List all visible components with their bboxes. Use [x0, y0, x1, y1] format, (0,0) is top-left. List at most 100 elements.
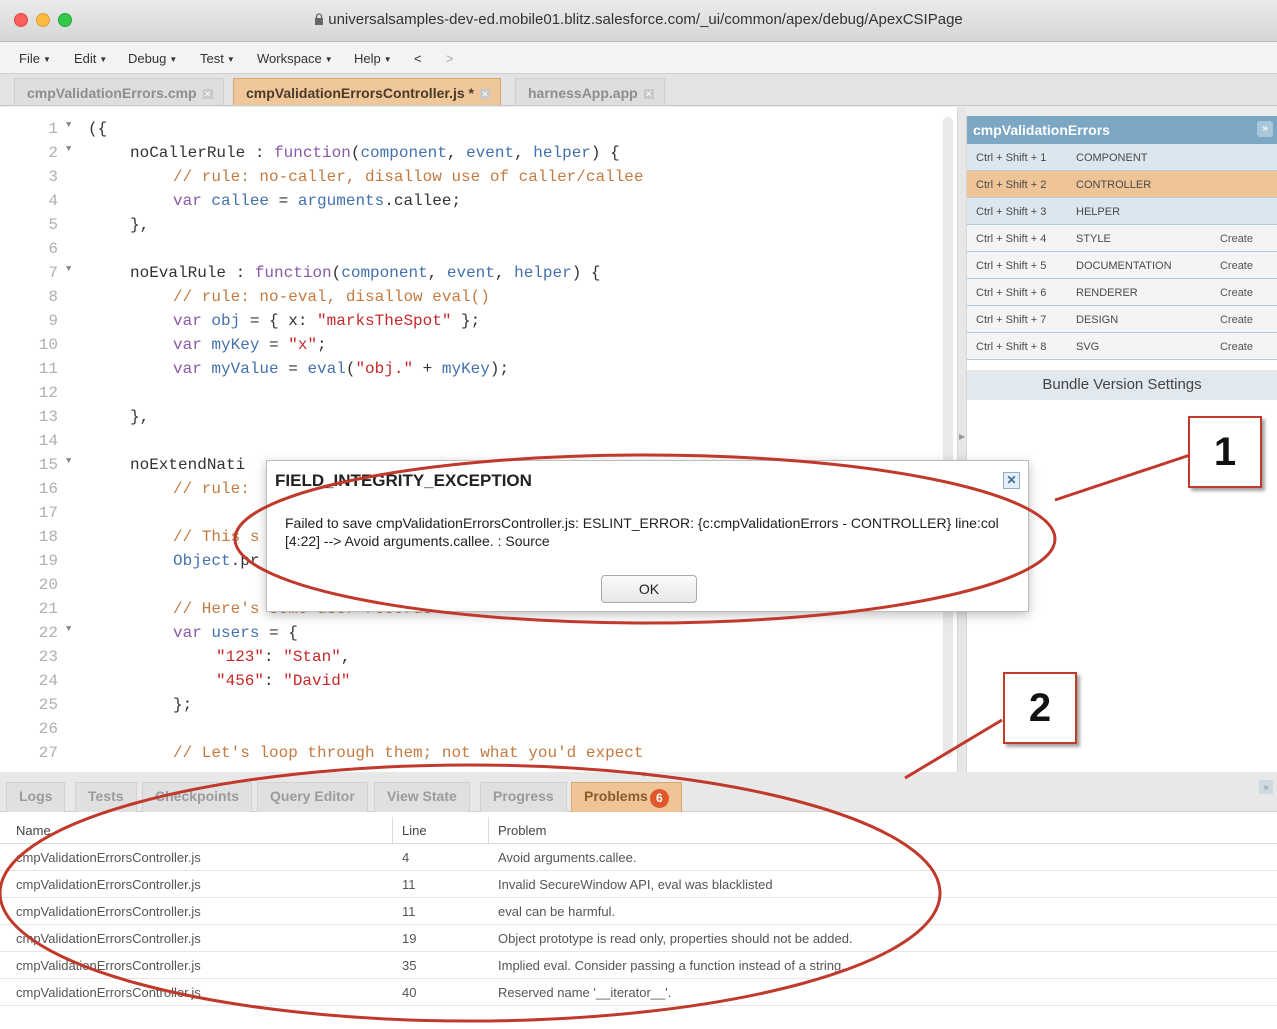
bundle-item-helper[interactable]: Ctrl + Shift + 3 HELPER	[967, 198, 1277, 225]
bundle-item-controller[interactable]: Ctrl + Shift + 2 CONTROLLER	[967, 171, 1277, 198]
tab-controller-file[interactable]: cmpValidationErrorsController.js * ✕	[233, 78, 501, 105]
chevron-down-icon: ▼	[169, 55, 178, 64]
table-row[interactable]: cmpValidationErrorsController.js 11 Invali…	[0, 871, 1277, 898]
code-token: var	[173, 312, 202, 330]
editor-scrollbar[interactable]	[943, 117, 953, 757]
collapse-icon[interactable]: »	[1259, 780, 1273, 794]
code-token: (	[331, 264, 342, 282]
code-token: ,	[340, 648, 351, 666]
code-editor[interactable]: 1 ▼ 2 ▼ 3 4 5 6 7 ▼ 8 9 10 11 12 13 14 15 ▼ 16 17 18 19 20 21 22 ▼…	[0, 107, 958, 772]
nav-forward-button[interactable]: >	[446, 51, 454, 66]
line-number: 20	[38, 576, 58, 594]
bundle-item-label: CONTROLLER	[1076, 179, 1152, 191]
code-token: :	[226, 264, 255, 282]
code-token: },	[130, 408, 150, 426]
code-token: "obj."	[355, 360, 414, 378]
tab-harness-app[interactable]: harnessApp.app ✕	[515, 78, 665, 105]
code-line: var obj = { x: "marksTheSpot" };	[0, 312, 940, 336]
code-token: .callee;	[384, 192, 462, 210]
create-link[interactable]: Create	[1220, 314, 1253, 326]
tab-tests[interactable]: Tests	[75, 782, 137, 812]
code-token: .pr	[230, 552, 260, 570]
code-token: );	[489, 360, 510, 378]
tab-logs[interactable]: Logs	[6, 782, 66, 812]
code-token: ,	[514, 144, 534, 162]
table-row[interactable]: cmpValidationErrorsController.js 35 Implie…	[0, 952, 1277, 979]
code-comment: // rule: no-caller, disallow use of call…	[173, 168, 644, 186]
table-row[interactable]: cmpValidationErrorsController.js 40 Reserv…	[0, 979, 1277, 1006]
bundle-item-label: HELPER	[1076, 206, 1121, 218]
tab-checkpoints[interactable]: Checkpoints	[142, 782, 253, 812]
error-dialog: FIELD_INTEGRITY_EXCEPTION ✕ Failed to sa…	[266, 460, 1029, 612]
tab-query-editor[interactable]: Query Editor	[257, 782, 368, 812]
tab-progress[interactable]: Progress	[480, 782, 567, 812]
column-header-line[interactable]: Line	[402, 823, 427, 838]
create-link[interactable]: Create	[1220, 233, 1253, 245]
close-icon[interactable]: ✕	[479, 89, 490, 99]
code-token: "x"	[288, 336, 318, 354]
close-icon[interactable]: ✕	[1003, 472, 1020, 489]
bundle-item-label: STYLE	[1076, 233, 1111, 245]
shortcut-label: Ctrl + Shift + 6	[976, 287, 1047, 299]
menu-file[interactable]: File ▼	[19, 51, 51, 66]
resize-grip-icon[interactable]: ▼	[640, 770, 648, 779]
table-row[interactable]: cmpValidationErrorsController.js 19 Object…	[0, 925, 1277, 952]
bundle-version-settings[interactable]: Bundle Version Settings	[967, 370, 1277, 400]
create-link[interactable]: Create	[1220, 287, 1253, 299]
ok-button[interactable]: OK	[601, 575, 697, 603]
problems-count-badge: 6	[649, 789, 669, 808]
cell-problem: Object prototype is read only, propertie…	[498, 931, 853, 946]
bundle-item-documentation[interactable]: Ctrl + Shift + 5 DOCUMENTATION Create	[967, 252, 1277, 279]
tab-cmp-file[interactable]: cmpValidationErrors.cmp ✕	[14, 78, 224, 105]
shortcut-label: Ctrl + Shift + 7	[976, 314, 1047, 326]
cell-name: cmpValidationErrorsController.js	[16, 904, 201, 919]
menu-edit[interactable]: Edit ▼	[74, 51, 107, 66]
create-link[interactable]: Create	[1220, 260, 1253, 272]
code-line: ({	[0, 120, 940, 144]
line-number: 17	[38, 504, 58, 522]
code-token: Object	[173, 552, 231, 570]
code-token: = { x:	[240, 312, 318, 330]
line-number: 12	[38, 384, 58, 402]
double-chevron-right-icon[interactable]: »	[1257, 121, 1273, 137]
bundle-item-label: DESIGN	[1076, 314, 1119, 326]
menu-debug-label: Debug	[128, 51, 167, 66]
tab-problems[interactable]: Problems 6	[571, 782, 682, 812]
code-token: =	[269, 192, 298, 210]
bundle-item-renderer[interactable]: Ctrl + Shift + 6 RENDERER Create	[967, 279, 1277, 306]
menu-debug[interactable]: Debug ▼	[128, 51, 177, 66]
code-token: +	[413, 360, 442, 378]
code-line: "456": "David"	[0, 672, 940, 696]
column-header-problem[interactable]: Problem	[498, 823, 546, 838]
bundle-item-label: SVG	[1076, 341, 1100, 353]
bundle-item-component[interactable]: Ctrl + Shift + 1 COMPONENT	[967, 144, 1277, 171]
create-link[interactable]: Create	[1220, 341, 1253, 353]
tab-view-state[interactable]: View State	[374, 782, 470, 812]
cell-line: 35	[402, 958, 417, 973]
menu-workspace[interactable]: Workspace ▼	[257, 51, 333, 66]
shortcut-label: Ctrl + Shift + 5	[976, 260, 1047, 272]
code-line: },	[0, 216, 940, 240]
nav-back-button[interactable]: <	[414, 51, 422, 66]
bundle-item-design[interactable]: Ctrl + Shift + 7 DESIGN Create	[967, 306, 1277, 333]
table-row[interactable]: cmpValidationErrorsController.js 4 Avoid a…	[0, 844, 1277, 871]
callout-label-1: 1	[1188, 416, 1262, 488]
column-header-name[interactable]: Name	[16, 823, 51, 838]
menu-test[interactable]: Test ▼	[200, 51, 235, 66]
table-row[interactable]: cmpValidationErrorsController.js 11 eval c…	[0, 898, 1277, 925]
cell-name: cmpValidationErrorsController.js	[16, 850, 201, 865]
code-token: };	[173, 696, 193, 714]
bundle-item-svg[interactable]: Ctrl + Shift + 8 SVG Create	[967, 333, 1277, 360]
page-url: universalsamples-dev-ed.mobile01.blitz.s…	[328, 11, 963, 28]
panel-splitter[interactable]: ▶	[958, 107, 966, 772]
close-icon[interactable]: ✕	[202, 89, 213, 99]
code-token: ({	[88, 120, 108, 138]
code-token: event	[466, 144, 515, 162]
menu-help[interactable]: Help ▼	[354, 51, 392, 66]
close-icon[interactable]: ✕	[643, 89, 654, 99]
code-line: };	[0, 696, 940, 720]
bundle-item-style[interactable]: Ctrl + Shift + 4 STYLE Create	[967, 225, 1277, 252]
shortcut-label: Ctrl + Shift + 2	[976, 179, 1047, 191]
bundle-header: cmpValidationErrors »	[967, 116, 1277, 144]
cell-line: 19	[402, 931, 417, 946]
